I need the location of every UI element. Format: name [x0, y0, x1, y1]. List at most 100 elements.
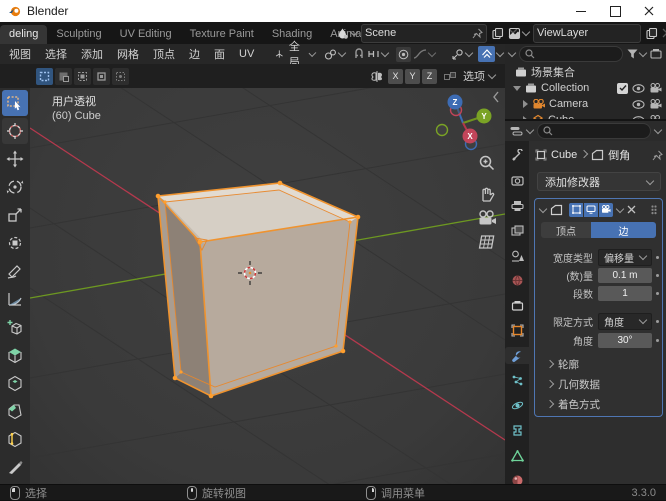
properties-editor-icon[interactable] [510, 126, 523, 137]
tab-physics[interactable] [505, 397, 529, 414]
tab-collection-properties[interactable] [505, 297, 529, 314]
minimize-button[interactable] [564, 0, 598, 22]
width-type-dropdown[interactable]: 偏移量 [598, 248, 652, 266]
affect-vertices-tab[interactable]: 顶点 [541, 222, 591, 238]
render-visibility-icon[interactable] [649, 99, 662, 109]
tab-particles[interactable] [505, 372, 529, 389]
tab-world[interactable] [505, 272, 529, 289]
tab-modifiers[interactable] [505, 347, 529, 364]
menu-select[interactable]: 选择 [38, 46, 74, 62]
tab-material[interactable] [505, 472, 529, 484]
menu-mesh[interactable]: 网格 [110, 46, 146, 62]
tool-measure[interactable] [2, 286, 28, 312]
outliner-row-cube[interactable]: Cube [505, 112, 666, 119]
mirror-y-button[interactable]: Y [405, 68, 420, 84]
proportional-editing-toggle[interactable] [396, 46, 437, 62]
menu-face[interactable]: 面 [207, 46, 232, 62]
menu-edge[interactable]: 边 [182, 46, 207, 62]
tool-cursor[interactable] [2, 118, 28, 144]
tool-rotate[interactable] [2, 174, 28, 200]
collapse-triangle-icon[interactable] [513, 85, 521, 91]
properties-search-input[interactable] [537, 123, 651, 139]
snap-symmetry-icon[interactable] [443, 70, 457, 83]
drag-handle-icon[interactable] [651, 204, 657, 215]
pivot-point-dropdown[interactable] [324, 48, 347, 61]
display-render-toggle[interactable] [599, 202, 613, 217]
zoom-view-icon[interactable] [478, 154, 496, 172]
tool-move[interactable] [2, 146, 28, 172]
outliner-search-input[interactable] [519, 46, 623, 62]
pan-view-icon[interactable] [478, 186, 496, 204]
select-mode-extra-button[interactable] [112, 67, 129, 85]
viewlayer-new-button[interactable] [645, 27, 658, 40]
angle-field[interactable]: 30° [598, 332, 652, 348]
display-realtime-toggle[interactable] [584, 202, 598, 217]
tool-scale[interactable] [2, 202, 28, 228]
mirror-x-button[interactable]: X [388, 68, 403, 84]
mirror-z-button[interactable]: Z [422, 68, 437, 84]
section-geometry[interactable]: 几何数据 [545, 377, 600, 392]
tab-object[interactable] [505, 322, 529, 339]
tool-knife[interactable] [2, 454, 28, 480]
expand-triangle-icon[interactable] [523, 100, 528, 108]
viewport-3d[interactable]: 用户透视 (60) Cube Z Y X [30, 88, 505, 484]
select-mode-edge-button[interactable] [55, 67, 72, 85]
menu-vertex[interactable]: 顶点 [146, 46, 182, 62]
scene-browse-button[interactable] [336, 27, 359, 40]
section-profile[interactable]: 轮廓 [545, 357, 579, 372]
camera-view-icon[interactable] [477, 210, 497, 226]
menu-uv[interactable]: UV [232, 48, 261, 60]
workspace-tab-sculpting[interactable]: Sculpting [47, 25, 110, 44]
modifier-extras-chevron-icon[interactable] [615, 204, 625, 213]
animate-dot-icon[interactable] [656, 291, 659, 295]
tool-loop-cut[interactable] [2, 426, 28, 452]
tool-bevel[interactable] [2, 398, 28, 424]
panel-expand-chevron-icon[interactable] [538, 204, 548, 213]
outliner-row-scene-collection[interactable]: 场景集合 [505, 64, 666, 80]
workspace-tab-uv-editing[interactable]: UV Editing [111, 25, 181, 44]
tab-output[interactable] [505, 197, 529, 214]
tool-add-cube[interactable] [2, 314, 28, 340]
delete-modifier-icon[interactable] [627, 205, 636, 214]
tab-render[interactable] [505, 172, 529, 189]
filter-dropdown[interactable] [627, 48, 648, 59]
close-button[interactable] [632, 0, 666, 22]
tool-annotate[interactable] [2, 258, 28, 284]
affect-edges-tab[interactable]: 边 [591, 222, 656, 238]
animate-dot-icon[interactable] [656, 338, 659, 342]
tab-object-data[interactable] [505, 447, 529, 464]
tab-view-layer[interactable] [505, 222, 529, 239]
viewlayer-name-field[interactable]: ViewLayer [533, 23, 641, 43]
navigation-gizmo[interactable]: Z Y X [433, 91, 497, 155]
workspace-tab-modeling[interactable]: deling [0, 25, 48, 44]
render-visibility-icon[interactable] [649, 83, 662, 93]
options-dropdown[interactable]: 选项 [463, 68, 497, 84]
new-collection-button[interactable] [650, 48, 662, 60]
pin-icon[interactable] [472, 28, 483, 39]
animate-dot-icon[interactable] [656, 255, 659, 259]
scene-name-field[interactable]: Scene [361, 23, 487, 43]
editor-type-chevron-icon[interactable] [507, 48, 517, 58]
tab-scene[interactable] [505, 247, 529, 264]
amount-field[interactable]: 0.1 m [598, 267, 652, 283]
limit-method-dropdown[interactable]: 角度 [598, 312, 652, 330]
menu-add[interactable]: 添加 [74, 46, 110, 62]
breadcrumb-modifier[interactable]: 倒角 [608, 147, 648, 163]
add-modifier-button[interactable]: 添加修改器 [537, 172, 661, 191]
maximize-button[interactable] [598, 0, 632, 22]
select-mode-vertex-button[interactable] [36, 67, 53, 85]
tab-tool[interactable] [505, 147, 529, 164]
select-mode-face-button[interactable] [74, 67, 91, 85]
workspace-tab-texture-paint[interactable]: Texture Paint [181, 25, 263, 44]
scene-new-button[interactable] [491, 27, 504, 40]
checkbox-icon[interactable] [617, 82, 628, 94]
show-gizmo-dropdown[interactable] [451, 48, 474, 61]
select-mode-island-button[interactable] [93, 67, 110, 85]
perspective-toggle-icon[interactable] [478, 234, 496, 250]
section-shading[interactable]: 着色方式 [545, 397, 600, 412]
snapping-toggle[interactable] [353, 48, 390, 60]
eye-icon[interactable] [632, 99, 645, 109]
animate-dot-icon[interactable] [656, 319, 659, 323]
outliner-row-collection[interactable]: Collection [505, 80, 666, 96]
breadcrumb-object[interactable]: Cube [551, 149, 577, 161]
